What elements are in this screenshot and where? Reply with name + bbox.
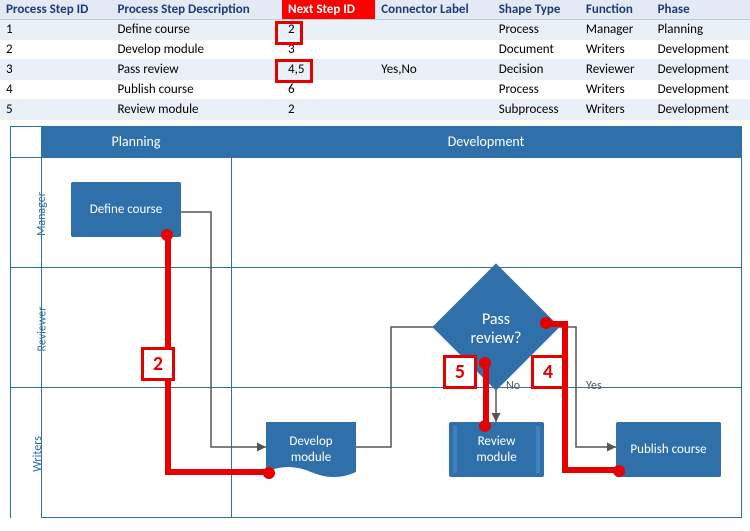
lane-writers: Writers xyxy=(11,387,41,518)
col-func: Function xyxy=(580,0,652,20)
callout-dot xyxy=(613,465,625,477)
phase-development: Development xyxy=(231,127,741,157)
col-desc: Process Step Description xyxy=(111,0,282,20)
process-table: Process Step ID Process Step Description… xyxy=(0,0,750,120)
callout-5: 5 xyxy=(443,355,477,389)
node-publish-course: Publish course xyxy=(616,422,721,477)
edge-label-no: No xyxy=(506,379,520,393)
lane-reviewer: Reviewer xyxy=(11,267,41,388)
col-conn: Connector Label xyxy=(375,0,492,20)
table-row: 2 Develop module 3 Document Writers Deve… xyxy=(0,40,750,60)
node-develop-module: Develop module xyxy=(266,422,356,477)
edge-label-yes: Yes xyxy=(586,379,602,393)
col-phase: Phase xyxy=(652,0,750,20)
phase-planning: Planning xyxy=(41,127,231,157)
table-row: 5 Review module 2 Subprocess Writers Dev… xyxy=(0,100,750,120)
lane-manager: Manager xyxy=(11,157,41,268)
table-row: 4 Publish course 6 Process Writers Devel… xyxy=(0,80,750,100)
callout-2: 2 xyxy=(141,347,175,381)
table-row: 3 Pass review 4,5 Yes,No Decision Review… xyxy=(0,60,750,80)
node-review-module: Review module xyxy=(449,422,544,477)
col-id: Process Step ID xyxy=(0,0,111,20)
swimlane-diagram: Planning Development Manager Reviewer Wr… xyxy=(10,126,742,518)
callout-dot xyxy=(479,420,491,432)
col-shape: Shape Type xyxy=(493,0,580,20)
callout-4: 4 xyxy=(531,355,565,389)
table-row: 1 Define course 2 Process Manager Planni… xyxy=(0,20,750,40)
callout-dot xyxy=(263,467,275,479)
col-next: Next Step ID xyxy=(282,0,375,20)
